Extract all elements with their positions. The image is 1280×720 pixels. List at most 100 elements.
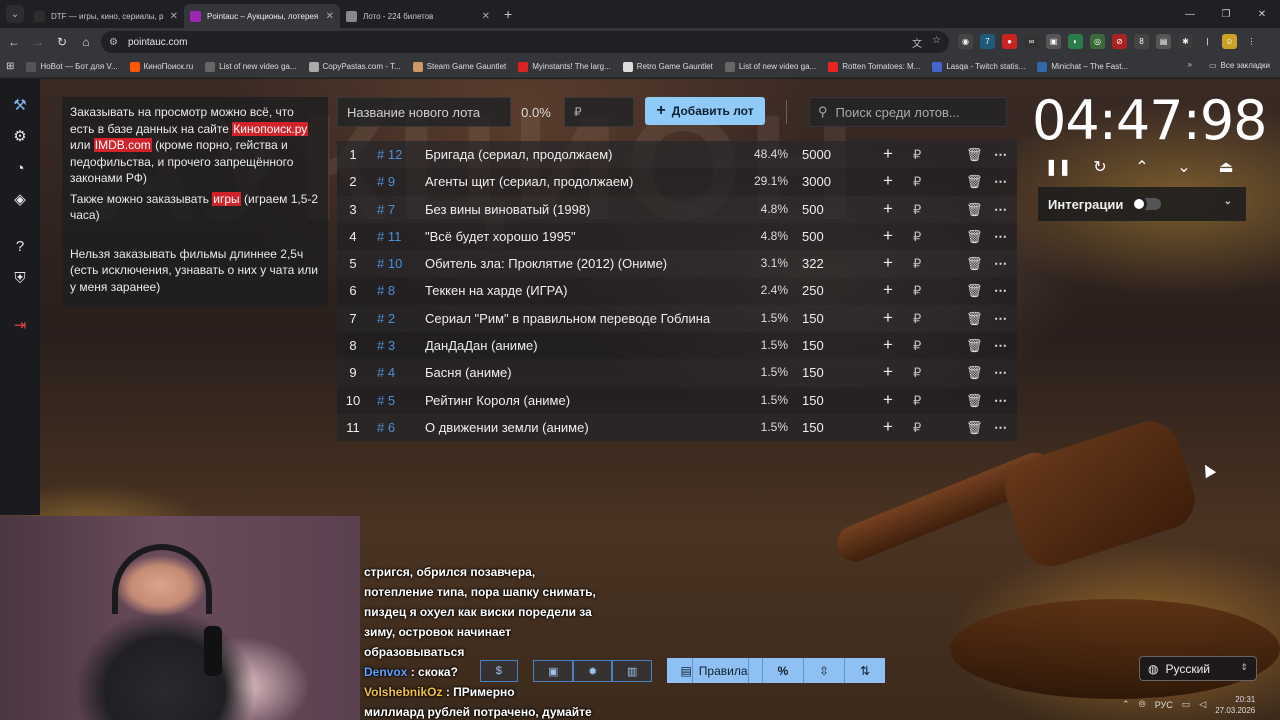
chevron-down-icon[interactable]: ⌄ xyxy=(1224,196,1232,207)
lot-id[interactable]: # 5 xyxy=(377,393,395,408)
language-select[interactable]: ◍ Русский ⇕ xyxy=(1139,656,1257,681)
lot-name[interactable]: "Всё будет хорошо 1995" xyxy=(425,229,576,244)
puzzle-icon[interactable]: ✱ xyxy=(1178,34,1193,49)
eject-icon[interactable]: ⏏ xyxy=(1214,155,1238,179)
compress-icon[interactable]: ⇳ xyxy=(804,658,845,683)
chevron-up-icon[interactable]: ⌃ xyxy=(1130,155,1154,179)
forward-icon[interactable]: → xyxy=(26,35,50,49)
restart-icon[interactable]: ↻ xyxy=(1088,155,1112,179)
add-lot-button[interactable]: + Добавить лот xyxy=(645,97,765,125)
bookmark-item[interactable]: HoBot — Бот для V... xyxy=(20,61,123,72)
lot-amount[interactable]: 150 xyxy=(802,393,824,408)
wheel-icon[interactable]: ◔ xyxy=(10,158,30,178)
add-amount-icon[interactable]: + xyxy=(883,417,893,437)
bookmark-item[interactable]: КиноПоиск.ru xyxy=(124,61,200,72)
bookmark-item[interactable]: Myinstants! The larg... xyxy=(512,61,617,72)
more-options-icon[interactable]: ⋯ xyxy=(994,283,1007,299)
lot-id[interactable]: # 12 xyxy=(377,147,402,162)
home-icon[interactable]: ⌂ xyxy=(74,35,98,49)
integrations-toggle[interactable] xyxy=(1131,196,1161,212)
lot-name[interactable]: Сериал "Рим" в правильном переводе Гобли… xyxy=(425,311,710,326)
lot-amount[interactable]: 3000 xyxy=(802,174,831,189)
lot-id[interactable]: # 9 xyxy=(377,174,395,189)
trash-icon[interactable]: 🗑 xyxy=(966,147,983,163)
trash-icon[interactable]: 🗑 xyxy=(966,393,983,409)
more-options-icon[interactable]: ⋯ xyxy=(994,256,1007,272)
monitor-icon[interactable]: ▭ xyxy=(1182,699,1191,710)
lot-amount[interactable]: 500 xyxy=(802,229,824,244)
lot-name[interactable]: Рейтинг Короля (аниме) xyxy=(425,393,570,408)
help-icon[interactable]: ? xyxy=(10,236,30,256)
lot-id[interactable]: # 7 xyxy=(377,202,395,217)
add-amount-icon[interactable]: + xyxy=(883,253,893,273)
bookmark-item[interactable]: Retro Game Gauntlet xyxy=(617,61,719,72)
lot-name[interactable]: Теккен на харде (ИГРА) xyxy=(425,283,567,298)
ruble-icon[interactable]: ₽ xyxy=(913,147,921,163)
trash-icon[interactable]: 🗑 xyxy=(966,174,983,190)
extension-icon[interactable]: 7 xyxy=(980,34,995,49)
address-bar[interactable]: ⚙ pointauc.com 文 ☆ xyxy=(101,31,949,53)
add-amount-icon[interactable]: + xyxy=(883,362,893,382)
extension-icon[interactable]: ∞ xyxy=(1024,34,1039,49)
extension-icon[interactable]: ◉ xyxy=(958,34,973,49)
delete-all-icon[interactable]: ▥ xyxy=(612,660,653,682)
lot-name[interactable]: Обитель зла: Проклятие (2012) (Ониме) xyxy=(425,256,667,271)
trash-icon[interactable]: 🗑 xyxy=(966,229,983,245)
extension-icon[interactable]: ▣ xyxy=(1046,34,1061,49)
lot-name[interactable]: Без вины виноватый (1998) xyxy=(425,202,590,217)
lot-name[interactable]: О движении земли (аниме) xyxy=(425,420,589,435)
volume-icon[interactable]: ◁ xyxy=(1199,699,1206,710)
bookmark-item[interactable]: Steam Game Gauntlet xyxy=(407,61,513,72)
add-amount-icon[interactable]: + xyxy=(883,226,893,246)
more-options-icon[interactable]: ⋯ xyxy=(994,393,1007,409)
trash-icon[interactable]: 🗑 xyxy=(966,420,983,436)
trash-icon[interactable]: 🗑 xyxy=(966,311,983,327)
new-lot-name-input[interactable]: Название нового лота xyxy=(337,97,511,127)
site-info-icon[interactable]: ⚙ xyxy=(109,37,118,48)
tab-close-icon[interactable]: ✕ xyxy=(170,11,178,22)
reload-icon[interactable]: ↻ xyxy=(50,35,74,49)
extension-icon[interactable]: ⊘ xyxy=(1112,34,1127,49)
ruble-icon[interactable]: ₽ xyxy=(913,283,921,299)
add-amount-icon[interactable]: + xyxy=(883,199,893,219)
lot-id[interactable]: # 6 xyxy=(377,420,395,435)
bug-icon[interactable]: ✹ xyxy=(572,660,613,682)
more-options-icon[interactable]: ⋯ xyxy=(994,365,1007,381)
percent-toggle-button[interactable]: % xyxy=(763,658,804,683)
lot-amount[interactable]: 5000 xyxy=(802,147,831,162)
add-amount-icon[interactable]: + xyxy=(883,335,893,355)
back-icon[interactable]: ← xyxy=(2,35,26,49)
dollar-icon[interactable]: $ xyxy=(480,660,518,682)
clock[interactable]: 20:31 27.03.2026 xyxy=(1215,694,1255,716)
bookmarks-more-button[interactable]: » xyxy=(1188,60,1192,69)
bookmark-star-icon[interactable]: ☆ xyxy=(932,35,941,50)
lot-amount[interactable]: 500 xyxy=(802,202,824,217)
trash-icon[interactable]: 🗑 xyxy=(966,283,983,299)
all-bookmarks-button[interactable]: ▭ Все закладки xyxy=(1209,61,1270,70)
extension-icon[interactable]: ◎ xyxy=(1090,34,1105,49)
lot-name[interactable]: Бригада (сериал, продолжаем) xyxy=(425,147,612,162)
layers-icon[interactable]: ◈ xyxy=(10,189,30,209)
tray-expand-icon[interactable]: ⌃ xyxy=(1122,699,1130,710)
ruble-icon[interactable]: ₽ xyxy=(913,311,921,327)
trash-icon[interactable]: 🗑 xyxy=(966,202,983,218)
more-options-icon[interactable]: ⋯ xyxy=(994,311,1007,327)
sort-icon[interactable]: ⇅ xyxy=(845,658,885,683)
ruble-icon[interactable]: ₽ xyxy=(913,174,921,190)
shield-icon[interactable]: ⛨ xyxy=(10,268,30,288)
settings-gear-icon[interactable]: ⚙ xyxy=(10,126,30,146)
integrations-panel[interactable]: Интеграции ⌄ xyxy=(1038,187,1246,221)
extension-icon[interactable]: 8 xyxy=(1134,34,1149,49)
extension-icon[interactable]: ◐ xyxy=(1068,34,1083,49)
apps-icon[interactable]: ⊞ xyxy=(0,61,20,72)
lot-name[interactable]: ДанДаДан (аниме) xyxy=(425,338,538,353)
add-amount-icon[interactable]: + xyxy=(883,171,893,191)
lot-name[interactable]: Басня (аниме) xyxy=(425,365,512,380)
more-options-icon[interactable]: ⋯ xyxy=(994,420,1007,436)
more-options-icon[interactable]: ⋯ xyxy=(994,147,1007,163)
bookmark-item[interactable]: Minichat – The Fast... xyxy=(1031,61,1134,72)
lot-id[interactable]: # 8 xyxy=(377,283,395,298)
input-language[interactable]: РУС xyxy=(1155,700,1173,710)
bookmark-item[interactable]: Lasqa - Twitch statis... xyxy=(926,61,1031,72)
lot-amount[interactable]: 150 xyxy=(802,365,824,380)
